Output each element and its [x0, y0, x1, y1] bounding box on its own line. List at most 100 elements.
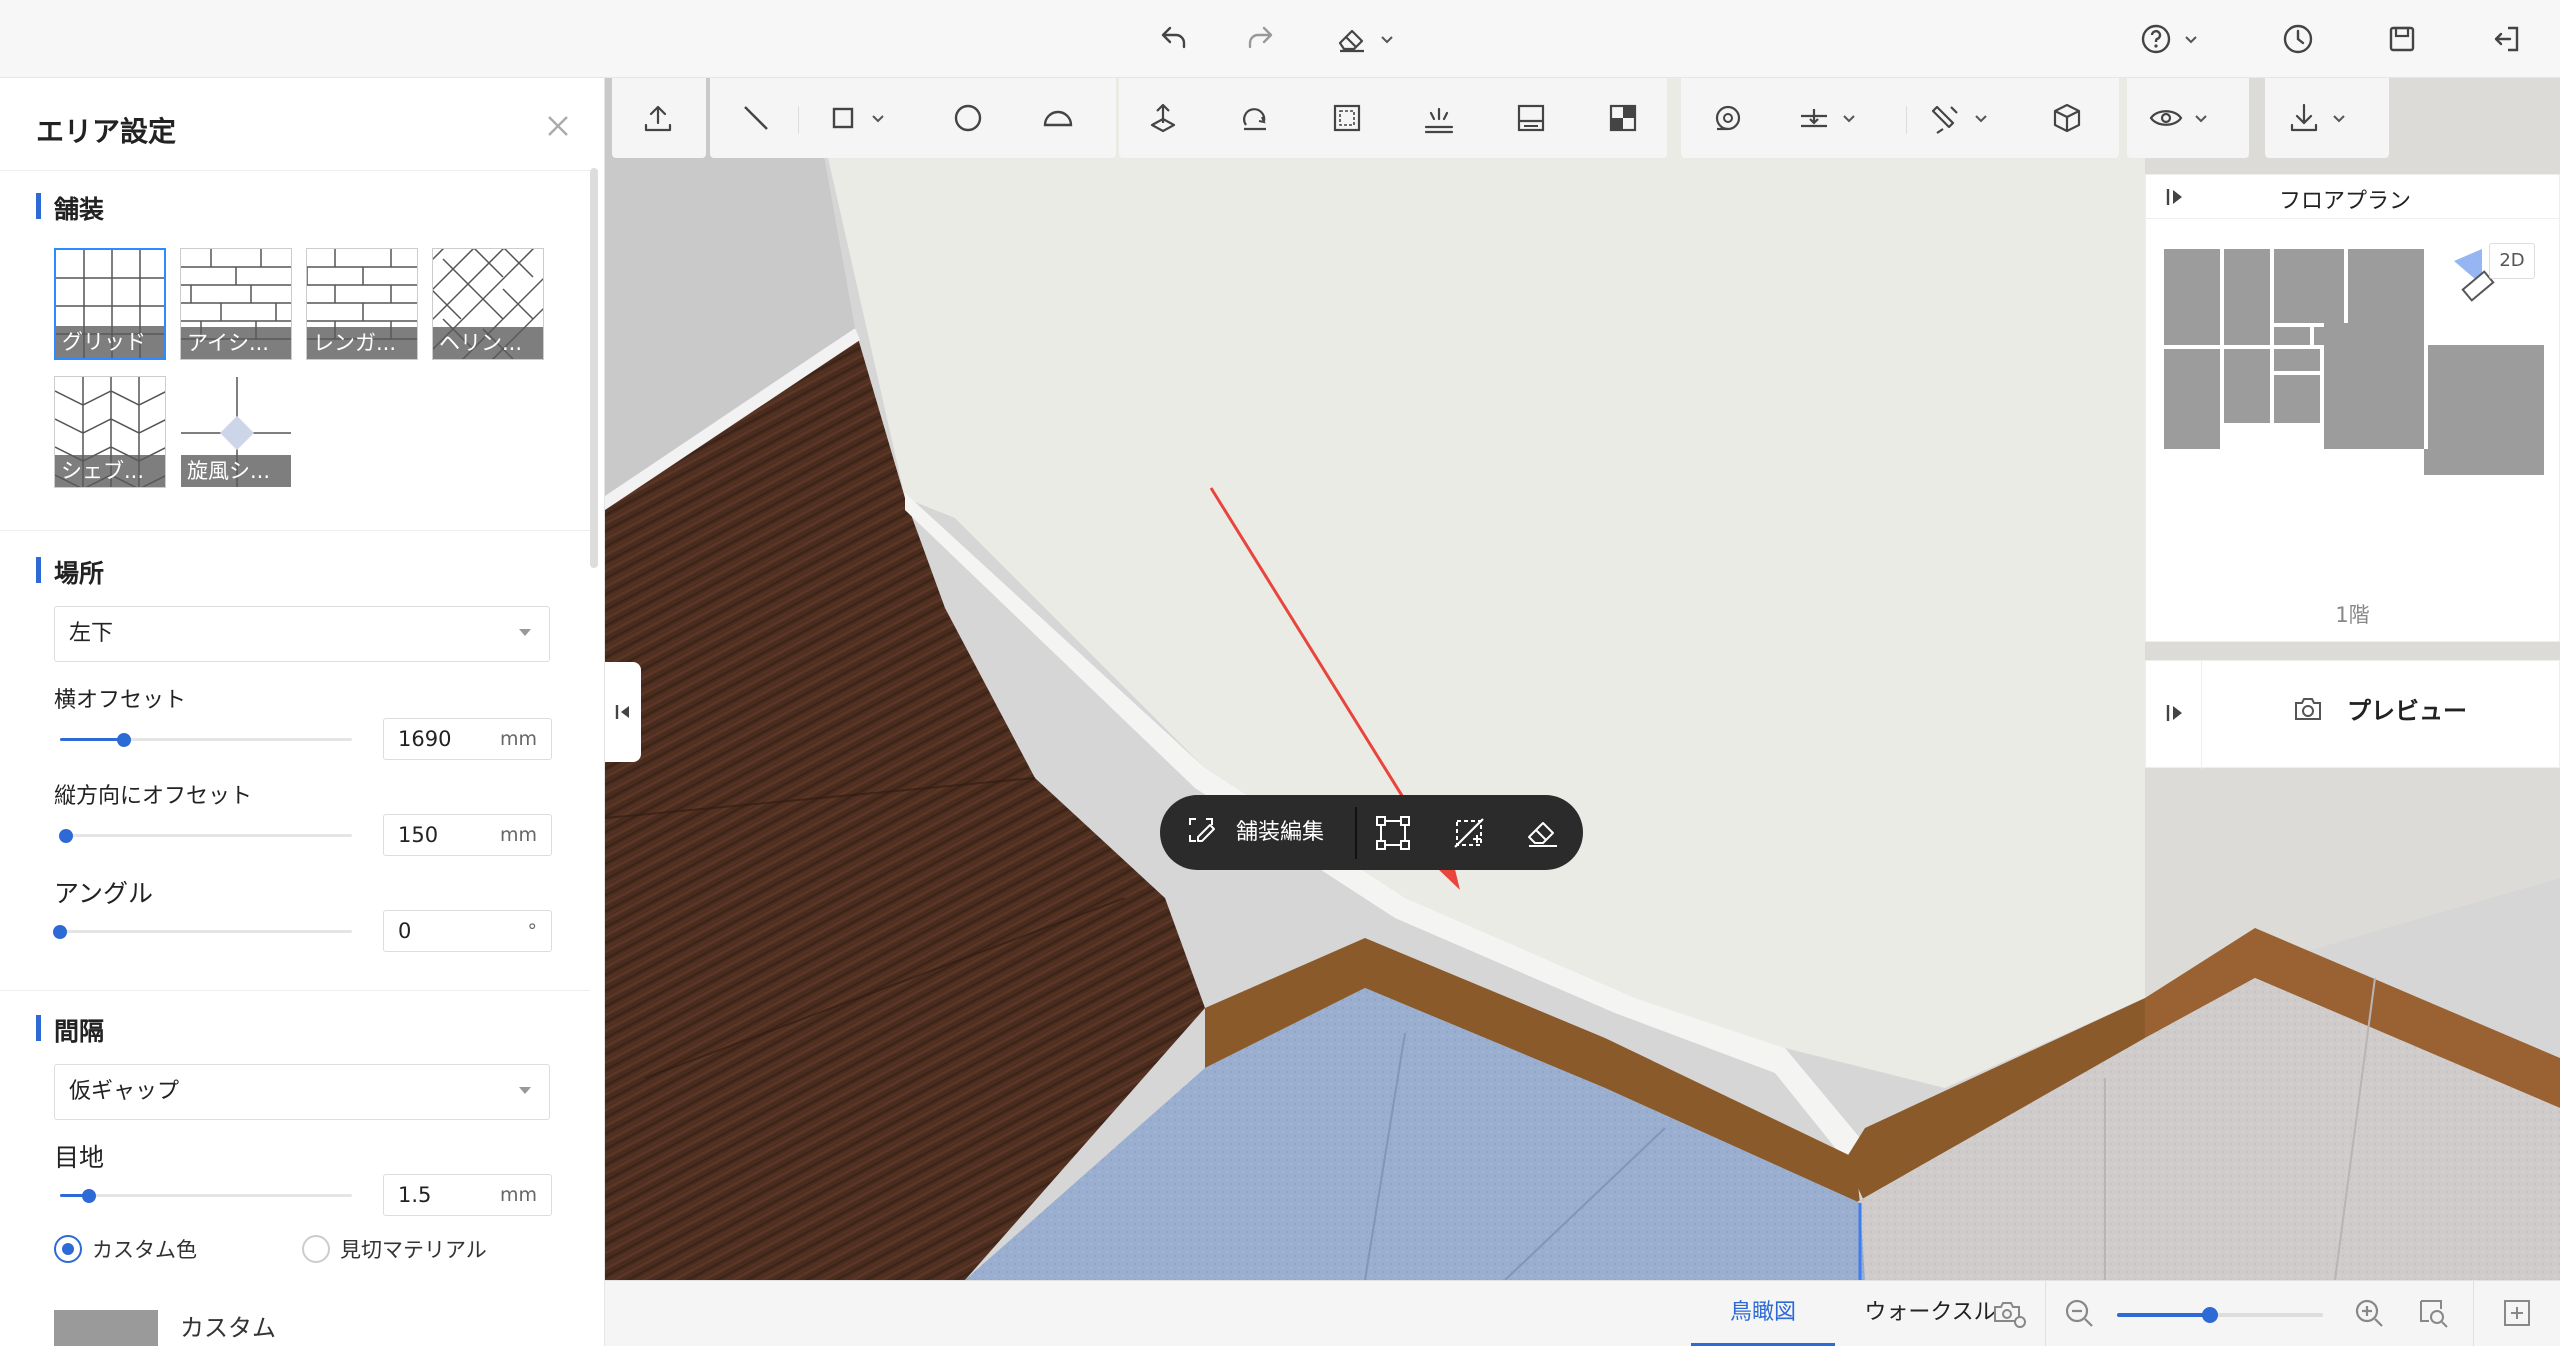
radio-trim-material[interactable]: 見切マテリアル: [302, 1234, 487, 1264]
circle-tool[interactable]: [944, 96, 992, 140]
exit-button[interactable]: [2488, 18, 2524, 60]
pattern-pinwheel[interactable]: 旋風シ...: [180, 376, 292, 488]
eraser-icon: [1338, 29, 1364, 53]
h-offset-label: 横オフセット: [54, 688, 187, 713]
unit-label: mm: [499, 728, 537, 750]
chevron-down-icon: [1841, 110, 1857, 126]
pattern-chevron[interactable]: シェブ...: [54, 376, 166, 488]
close-icon: [548, 116, 568, 136]
tab-birdseye[interactable]: 鳥瞰図: [1691, 1281, 1835, 1346]
eraser-dropdown[interactable]: [1334, 18, 1396, 60]
select-area-tool[interactable]: [1323, 96, 1371, 140]
split-tool[interactable]: [1599, 96, 1647, 140]
tab-walkthrough[interactable]: ウォークスルー: [1855, 1281, 2005, 1346]
zoom-out-button[interactable]: [2061, 1295, 2097, 1331]
slider-thumb[interactable]: [117, 733, 132, 747]
transform-area-button[interactable]: [1373, 813, 1413, 853]
view-2d-button[interactable]: 2D: [2489, 243, 2535, 279]
edit-pattern-icon: [1189, 818, 1215, 842]
rectangle-icon: [832, 107, 854, 129]
measure-tool[interactable]: [1703, 96, 1751, 140]
anchor-select[interactable]: 左下: [54, 606, 550, 662]
slider-thumb[interactable]: [53, 925, 67, 939]
eraser-icon: [1528, 822, 1557, 847]
toolbar-group-material: [1681, 78, 2119, 158]
joint-slider[interactable]: [60, 1186, 352, 1206]
panel-scrollbar[interactable]: [590, 168, 598, 568]
caret-down-icon: [519, 1087, 531, 1094]
clock-icon: [2283, 24, 2313, 54]
h-offset-slider[interactable]: [60, 730, 352, 750]
pattern-brick[interactable]: レンガ...: [306, 248, 418, 360]
arc-tool[interactable]: [1034, 96, 1082, 140]
paving-edit-toolbar: 舗装編集: [1160, 795, 1583, 870]
rotate-tool[interactable]: [1231, 96, 1279, 140]
gap-type-select[interactable]: 仮ギャップ: [54, 1064, 550, 1120]
floorplan-minimap[interactable]: [2164, 249, 2544, 509]
history-button[interactable]: [2280, 18, 2316, 60]
extrude-tool[interactable]: [1139, 96, 1187, 140]
chevron-down-icon: [1378, 30, 1396, 48]
zoom-in-button[interactable]: [2351, 1295, 2387, 1331]
panel-icon: [1517, 104, 1545, 132]
v-offset-slider[interactable]: [58, 826, 352, 846]
zoom-in-icon: [2355, 1299, 2383, 1327]
cube-icon: [2053, 103, 2081, 133]
upload-button[interactable]: [634, 96, 682, 140]
circle-icon: [954, 104, 982, 132]
erase-area-button[interactable]: [1523, 813, 1563, 853]
line-icon: [744, 106, 768, 130]
fullscreen-button[interactable]: [2499, 1295, 2535, 1331]
angle-input[interactable]: 0 °: [383, 910, 552, 952]
joint-input[interactable]: 1.5 mm: [383, 1174, 552, 1216]
custom-color-swatch[interactable]: [54, 1310, 158, 1346]
eye-icon: [2149, 110, 2183, 126]
collapse-panel-button[interactable]: [605, 662, 641, 762]
zoom-slider[interactable]: [2117, 1305, 2323, 1325]
save-button[interactable]: [2384, 18, 2420, 60]
rotate-icon: [1243, 108, 1266, 131]
exit-icon: [2494, 26, 2519, 52]
camera-settings-icon: [1994, 1302, 2026, 1328]
download-dropdown[interactable]: [2285, 96, 2371, 140]
visibility-dropdown[interactable]: [2147, 96, 2233, 140]
slider-thumb[interactable]: [2201, 1307, 2218, 1323]
slider-thumb[interactable]: [58, 829, 73, 843]
top-bar: [0, 0, 2560, 78]
cube-tool[interactable]: [2043, 96, 2091, 140]
toolbar-group-upload: [612, 78, 706, 158]
paint-dropdown[interactable]: [1927, 96, 2013, 140]
v-offset-input[interactable]: 150 mm: [383, 814, 552, 856]
light-tool[interactable]: [1415, 96, 1463, 140]
camera-icon: [2295, 697, 2321, 720]
level-icon: [1801, 109, 1827, 128]
select-area-icon: [1333, 104, 1361, 132]
collapse-floorplan-button[interactable]: [2164, 185, 2188, 209]
line-tool[interactable]: [732, 96, 780, 140]
paving-edit-button[interactable]: 舗装編集: [1182, 811, 1324, 849]
angle-slider[interactable]: [53, 922, 352, 942]
rectangle-tool[interactable]: [824, 96, 910, 140]
gap-type-value: 仮ギャップ: [69, 1079, 180, 1104]
floorplan-panel: フロアプラン 2D 1階: [2145, 174, 2560, 642]
panel-tool[interactable]: [1507, 96, 1555, 140]
preview-panel: プレビュー: [2145, 660, 2560, 769]
preview-button[interactable]: プレビュー: [2291, 691, 2467, 726]
slider-thumb[interactable]: [82, 1189, 97, 1203]
zoom-fit-button[interactable]: [2415, 1295, 2451, 1331]
camera-settings-button[interactable]: [1991, 1295, 2027, 1331]
close-button[interactable]: [540, 108, 576, 144]
split-area-button[interactable]: [1449, 813, 1489, 853]
pattern-herringbone[interactable]: ヘリン...: [432, 248, 544, 360]
upload-icon: [644, 105, 672, 132]
radio-custom-color[interactable]: カスタム色: [54, 1234, 197, 1264]
help-dropdown[interactable]: [2138, 18, 2200, 60]
h-offset-input[interactable]: 1690 mm: [383, 718, 552, 760]
collapse-preview-button[interactable]: [2164, 701, 2188, 725]
undo-button[interactable]: [1154, 18, 1190, 60]
redo-button[interactable]: [1244, 18, 1280, 60]
pattern-grid[interactable]: グリッド: [54, 248, 166, 360]
pattern-ashlar[interactable]: アイシ...: [180, 248, 292, 360]
level-dropdown[interactable]: [1795, 96, 1881, 140]
section-title-gap: 間隔: [36, 1012, 104, 1048]
